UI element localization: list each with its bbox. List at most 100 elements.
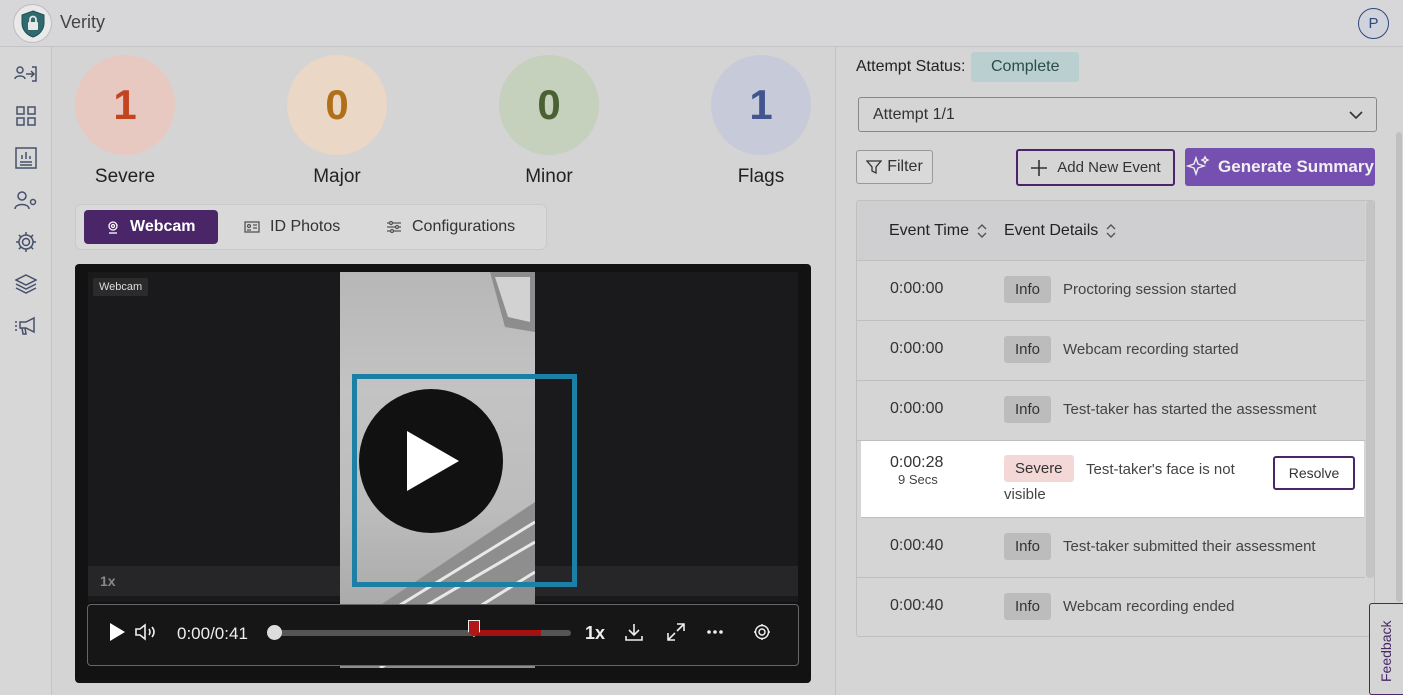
user-settings-icon[interactable] xyxy=(13,187,39,213)
login-icon[interactable] xyxy=(13,61,39,87)
event-details: Webcam recording ended xyxy=(1063,598,1235,615)
grid-icon[interactable] xyxy=(13,103,39,129)
tab-configurations-label: Configurations xyxy=(412,218,516,235)
filter-button[interactable]: Filter xyxy=(856,150,933,184)
more-options-button[interactable] xyxy=(706,622,724,642)
add-new-event-button[interactable]: Add New Event xyxy=(1016,149,1175,186)
event-row[interactable]: 0:00:40 Info Webcam recording ended xyxy=(857,578,1365,636)
attempt-status-badge: Complete xyxy=(971,52,1080,82)
app-logo-shield-icon[interactable] xyxy=(13,4,52,43)
attempt-select-value: Attempt 1/1 xyxy=(873,106,955,123)
events-table-header: Event Time Event Details xyxy=(857,201,1365,261)
event-time: 0:00:28 xyxy=(890,454,944,471)
add-new-event-label: Add New Event xyxy=(1057,159,1161,176)
event-row[interactable]: 0:00:00 Info Webcam recording started xyxy=(857,321,1365,381)
filter-label: Filter xyxy=(887,158,923,175)
event-details: Test-taker has started the assessment xyxy=(1063,401,1317,418)
fullscreen-icon xyxy=(667,623,685,641)
tab-id-photos[interactable]: ID Photos xyxy=(230,210,354,244)
tab-webcam-label: Webcam xyxy=(130,218,196,235)
download-button[interactable] xyxy=(624,622,644,642)
play-icon xyxy=(110,623,125,641)
event-row-selected[interactable]: 0:00:28 9 Secs Severe Test-taker's face … xyxy=(861,441,1364,518)
major-count: 0 xyxy=(325,81,349,128)
event-duration: 9 Secs xyxy=(898,472,938,487)
sparkle-icon xyxy=(1186,155,1210,177)
column-event-time[interactable]: Event Time xyxy=(889,222,988,240)
big-play-button[interactable] xyxy=(359,389,503,533)
event-type-badge: Info xyxy=(1004,336,1052,363)
seek-knob[interactable] xyxy=(267,625,282,640)
feedback-label: Feedback xyxy=(1378,620,1394,682)
gear-icon xyxy=(754,624,770,640)
column-event-time-label: Event Time xyxy=(889,222,970,239)
gear-icon[interactable] xyxy=(13,229,39,255)
media-tabs: Webcam ID Photos Configurations xyxy=(75,204,547,250)
column-event-details-label: Event Details xyxy=(1004,222,1099,239)
severe-count: 1 xyxy=(113,81,137,128)
tab-id-photos-label: ID Photos xyxy=(270,218,341,235)
volume-button[interactable] xyxy=(134,622,158,642)
sort-icon xyxy=(977,224,987,238)
events-table: Event Time Event Details 0:00:00 Info Pr… xyxy=(856,200,1375,637)
filter-icon xyxy=(866,160,883,175)
megaphone-icon[interactable] xyxy=(13,313,39,339)
volume-icon xyxy=(135,623,155,641)
sliders-icon xyxy=(387,220,401,234)
time-display: 0:00/0:41 xyxy=(177,624,248,643)
panel-scrollbar[interactable] xyxy=(1396,132,1402,602)
event-time: 0:00:00 xyxy=(890,400,944,417)
event-type-badge: Info xyxy=(1004,276,1052,303)
app-name: Verity xyxy=(60,12,106,32)
webcam-icon xyxy=(108,221,118,234)
webcam-badge: Webcam xyxy=(93,278,149,296)
event-details: Proctoring session started xyxy=(1063,281,1237,298)
tab-configurations[interactable]: Configurations xyxy=(372,210,529,244)
feedback-tab[interactable]: Feedback xyxy=(1369,603,1403,695)
fullscreen-button[interactable] xyxy=(666,622,686,642)
generate-summary-button[interactable]: Generate Summary xyxy=(1185,148,1375,186)
event-row[interactable]: 0:00:00 Info Test-taker has started the … xyxy=(857,381,1365,441)
column-event-details[interactable]: Event Details xyxy=(1004,222,1117,240)
plus-icon xyxy=(1031,159,1048,176)
events-panel: Attempt Status: Complete Attempt 1/1 Fil… xyxy=(836,47,1403,695)
download-icon xyxy=(625,624,643,641)
event-type-badge: Info xyxy=(1004,396,1052,423)
flags-label: Flags xyxy=(737,166,785,187)
play-icon xyxy=(407,431,459,491)
player-controls: 0:00/0:41 1x xyxy=(87,604,799,666)
top-bar: Verity P xyxy=(0,0,1403,47)
attempt-select[interactable]: Attempt 1/1 xyxy=(858,97,1377,132)
event-details: Webcam recording started xyxy=(1063,341,1239,358)
event-time: 0:00:40 xyxy=(890,597,944,614)
sort-icon xyxy=(1106,224,1116,238)
table-scrollbar[interactable] xyxy=(1366,201,1374,578)
event-details: Test-taker's face is not visible xyxy=(1004,461,1235,503)
event-time: 0:00:00 xyxy=(890,280,944,297)
event-row[interactable]: 0:00:00 Info Proctoring session started xyxy=(857,261,1365,321)
flag-segment xyxy=(473,630,541,636)
sidebar xyxy=(0,47,52,695)
minor-count-circle: 0 xyxy=(499,55,599,155)
user-avatar[interactable]: P xyxy=(1358,8,1389,39)
layers-icon[interactable] xyxy=(13,271,39,297)
severe-count-circle: 1 xyxy=(75,55,175,155)
play-button[interactable] xyxy=(108,622,126,642)
major-label: Major xyxy=(313,166,361,187)
more-dots-icon xyxy=(707,630,723,634)
flags-count-circle: 1 xyxy=(711,55,811,155)
seek-bar[interactable] xyxy=(273,630,571,636)
event-time: 0:00:40 xyxy=(890,537,944,554)
chevron-down-icon xyxy=(1349,111,1363,120)
tab-webcam[interactable]: Webcam xyxy=(84,210,218,244)
event-row[interactable]: 0:00:40 Info Test-taker submitted their … xyxy=(857,518,1365,578)
event-type-badge: Info xyxy=(1004,593,1052,620)
resolve-button[interactable]: Resolve xyxy=(1273,456,1355,490)
flags-count: 1 xyxy=(749,81,773,128)
settings-button[interactable] xyxy=(753,622,771,642)
id-card-icon xyxy=(244,221,260,233)
generate-summary-label: Generate Summary xyxy=(1218,157,1374,176)
event-details: Test-taker submitted their assessment xyxy=(1063,538,1316,555)
playback-speed-button[interactable]: 1x xyxy=(585,623,605,644)
report-icon[interactable] xyxy=(13,145,39,171)
